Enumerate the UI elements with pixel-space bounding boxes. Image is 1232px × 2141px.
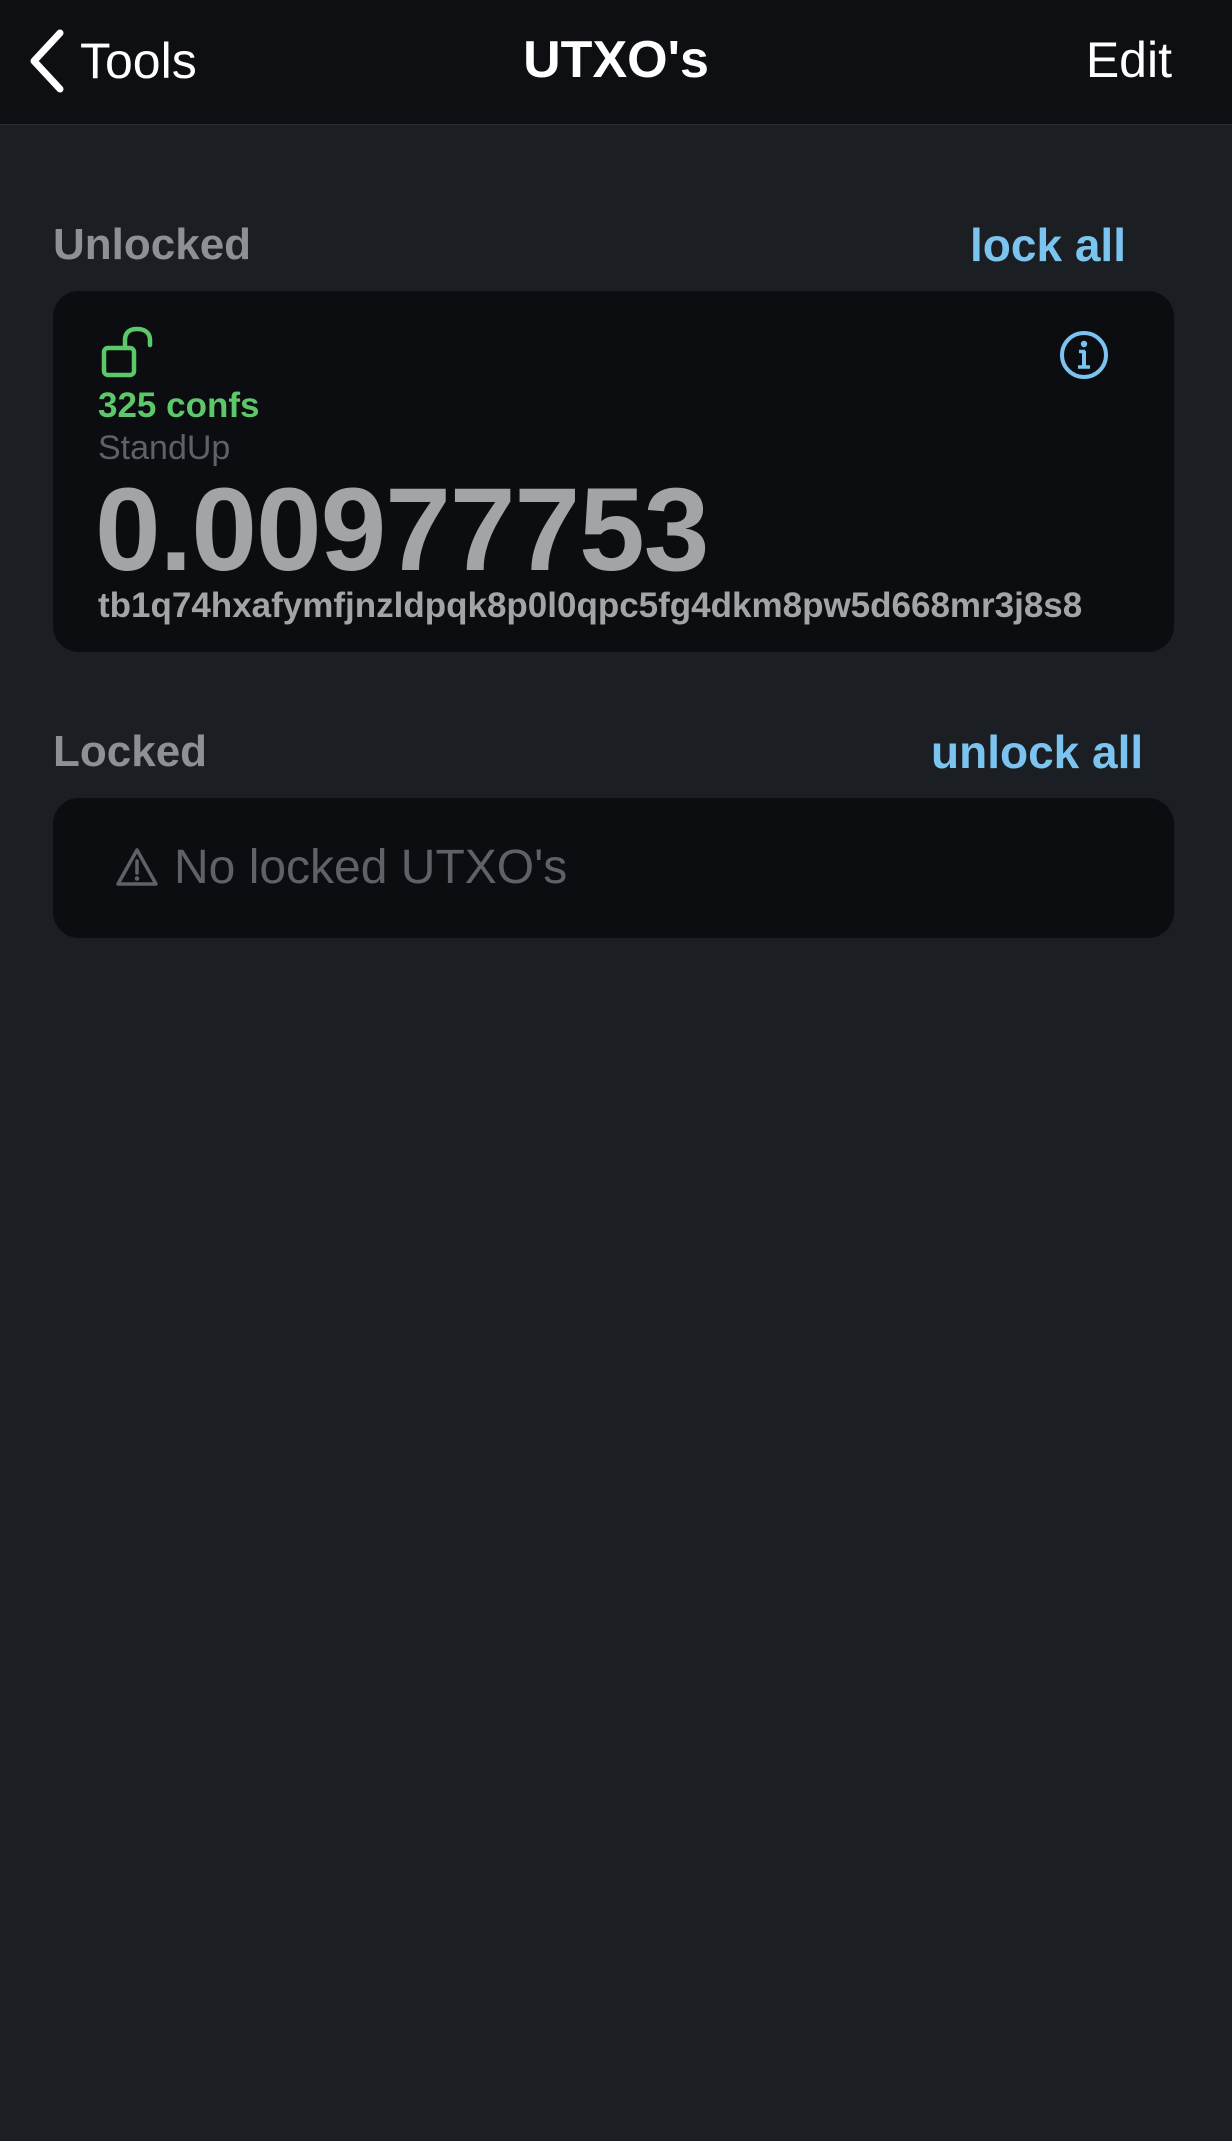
utxo-amount: 0.00977753 xyxy=(95,464,709,596)
chevron-left-icon xyxy=(30,29,64,93)
locked-section-header: Locked xyxy=(53,727,208,776)
nav-bar: Tools UTXO's Edit xyxy=(0,0,1232,125)
info-circle-icon[interactable] xyxy=(1058,329,1110,381)
back-button[interactable]: Tools xyxy=(28,28,197,94)
unlock-all-button[interactable]: unlock all xyxy=(931,725,1143,779)
utxo-label: StandUp xyxy=(98,429,231,467)
lock-all-button[interactable]: lock all xyxy=(970,218,1126,272)
unlocked-section-header: Unlocked xyxy=(53,220,252,269)
utxo-address: tb1q74hxafymfjnzldpqk8p0l0qpc5fg4dkm8pw5… xyxy=(98,586,1083,625)
unlocked-padlock-icon[interactable] xyxy=(101,326,157,380)
warning-triangle-icon xyxy=(116,848,158,886)
edit-button[interactable]: Edit xyxy=(1086,30,1172,90)
empty-state-text: No locked UTXO's xyxy=(174,841,568,894)
back-button-label: Tools xyxy=(80,33,197,89)
confirmations-label: 325 confs xyxy=(98,386,260,425)
